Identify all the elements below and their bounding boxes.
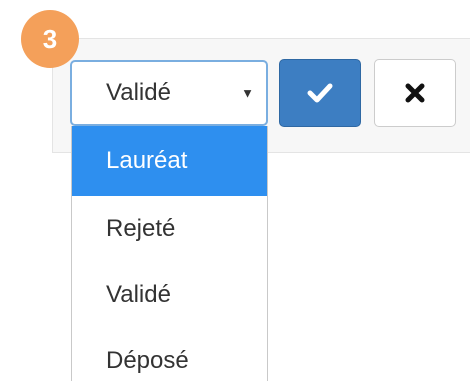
option-label: Déposé — [106, 347, 189, 374]
option-label: Lauréat — [106, 147, 188, 174]
dropdown-option-depose[interactable]: Déposé — [72, 328, 267, 381]
cancel-button[interactable] — [374, 59, 456, 127]
dropdown-option-laureat[interactable]: Lauréat — [72, 126, 267, 196]
status-select-value: Validé — [106, 79, 171, 106]
dropdown-option-rejete[interactable]: Rejeté — [72, 196, 267, 262]
status-editor: 3 Validé ▼ Lauréat Rejeté Validé Déposé — [0, 0, 470, 381]
status-select[interactable]: Validé ▼ — [70, 60, 268, 126]
check-icon — [307, 83, 333, 103]
option-label: Validé — [106, 281, 171, 308]
option-label: Rejeté — [106, 215, 176, 242]
step-badge: 3 — [21, 10, 79, 68]
status-dropdown-list: Lauréat Rejeté Validé Déposé — [71, 126, 268, 381]
step-number: 3 — [42, 23, 58, 54]
confirm-button[interactable] — [279, 59, 361, 127]
dropdown-option-valide[interactable]: Validé — [72, 262, 267, 328]
caret-down-icon: ▼ — [241, 85, 254, 101]
close-icon — [405, 83, 425, 103]
